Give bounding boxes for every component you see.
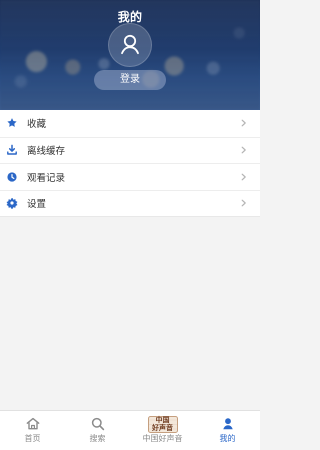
- user-icon: [121, 34, 139, 55]
- tab-label: 首页: [24, 434, 41, 443]
- menu-item-label: 离线缓存: [27, 146, 66, 158]
- menu-item-label: 收藏: [27, 119, 47, 131]
- menu-item-label: 观看记录: [27, 172, 66, 184]
- bottom-tab-bar: 首页 搜索 中国 好声音 中国好声音 我的: [0, 410, 260, 450]
- tab-profile[interactable]: 我的: [195, 411, 260, 450]
- voice-logo: 中国 好声音: [147, 415, 178, 433]
- menu-item-label: 设置: [27, 199, 47, 211]
- home-icon: [25, 415, 41, 433]
- avatar[interactable]: [108, 23, 152, 67]
- voice-logo-icon: 中国 好声音: [147, 415, 178, 433]
- chevron-right-icon: [240, 119, 248, 127]
- login-button[interactable]: 登录: [94, 70, 166, 90]
- menu-item-offline-cache[interactable]: 离线缓存: [0, 136, 260, 164]
- tab-voice-of-china[interactable]: 中国 好声音 中国好声音: [130, 411, 195, 450]
- tab-label: 搜索: [89, 434, 106, 443]
- profile-screen: 我的 登录 收藏 离线缓存 观看记录 设置 首页 搜索 中国 好声音 中国好声音…: [0, 0, 260, 450]
- voice-logo-text: 中国 好声音: [152, 416, 173, 432]
- chevron-right-icon: [240, 146, 248, 154]
- history-icon: [6, 171, 18, 183]
- tab-label: 我的: [219, 434, 236, 443]
- tab-label: 中国好声音: [142, 434, 183, 443]
- star-icon: [6, 117, 18, 129]
- profile-menu: 收藏 离线缓存 观看记录 设置: [0, 110, 260, 217]
- chevron-right-icon: [240, 199, 248, 207]
- menu-item-favorites[interactable]: 收藏: [0, 110, 260, 137]
- chevron-right-icon: [240, 173, 248, 181]
- menu-item-settings[interactable]: 设置: [0, 189, 260, 217]
- tab-search[interactable]: 搜索: [65, 411, 130, 450]
- profile-header: 我的 登录: [0, 0, 260, 110]
- menu-item-watch-history[interactable]: 观看记录: [0, 163, 260, 190]
- tab-home[interactable]: 首页: [0, 411, 65, 450]
- gear-icon: [6, 197, 18, 210]
- person-icon: [220, 415, 236, 433]
- search-icon: [90, 415, 106, 433]
- download-icon: [6, 144, 18, 156]
